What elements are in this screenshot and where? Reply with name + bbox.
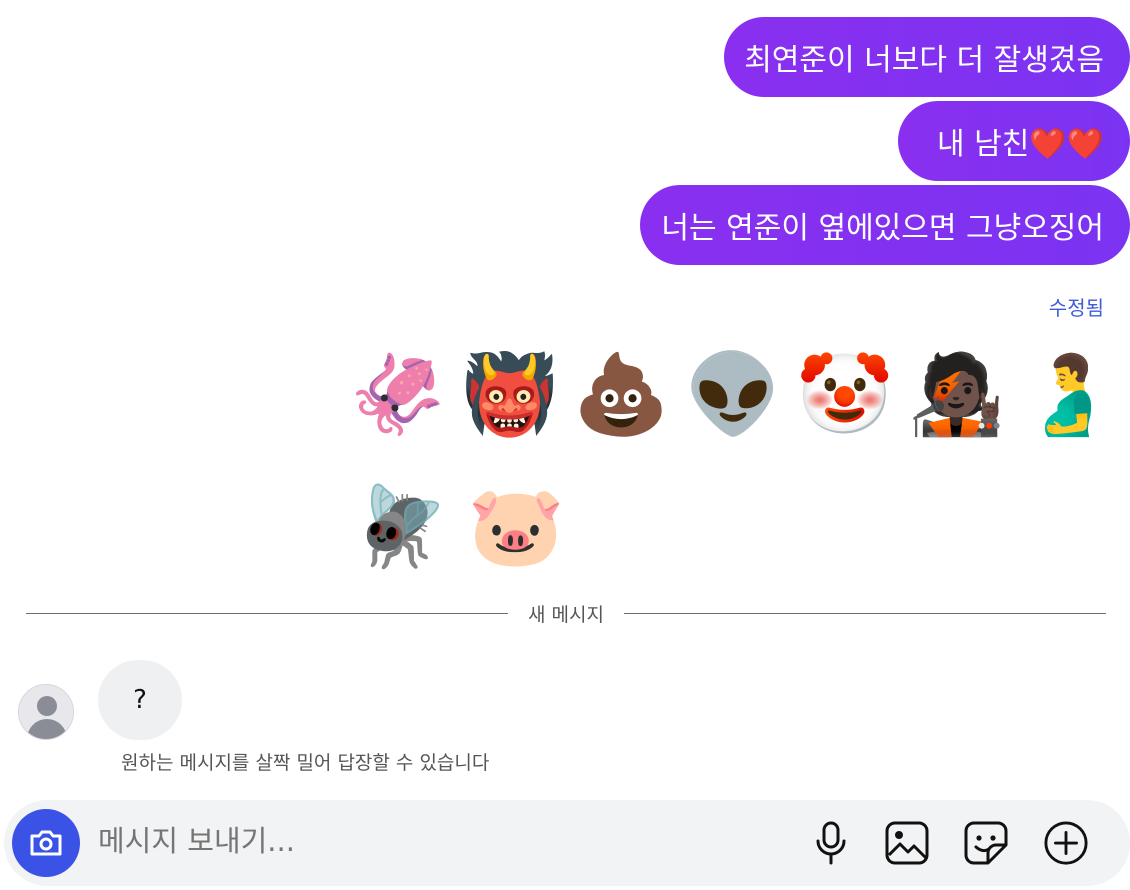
sticker-button[interactable] [963, 820, 1009, 866]
incoming-message[interactable]: ? [98, 660, 182, 740]
person-silhouette-icon[interactable] [18, 684, 74, 740]
emoji-row: 🪰 🐷 [348, 472, 1118, 582]
gallery-button[interactable] [884, 820, 930, 866]
singer-emoji[interactable]: 🧑🏿‍🎤 [907, 340, 1007, 450]
message-text: ? [133, 685, 147, 715]
edited-label[interactable]: 수정됨 [1049, 292, 1104, 321]
clown-emoji[interactable]: 🤡 [795, 340, 895, 450]
message-input[interactable] [98, 824, 738, 858]
emoji-messages: 🦑 👹 💩 👽 🤡 🧑🏿‍🎤 🫃 🪰 🐷 [348, 340, 1118, 604]
camera-icon [30, 830, 62, 856]
message-text: 최연준이 너보다 더 잘생겼음 [744, 43, 1104, 78]
outgoing-message[interactable]: 너는 연준이 옆에있으면 그냥오징어 [640, 185, 1130, 265]
camera-button[interactable] [12, 809, 80, 877]
divider-line [26, 612, 509, 614]
ogre-emoji[interactable]: 👹 [460, 340, 560, 450]
message-text: 너는 연준이 옆에있으면 그냥오징어 [661, 211, 1104, 246]
microphone-button[interactable] [808, 820, 854, 866]
divider-line [623, 612, 1106, 614]
sticker-icon [964, 821, 1008, 865]
alien-emoji[interactable]: 👽 [683, 340, 783, 450]
chat-screen: 최연준이 너보다 더 잘생겼음 내 남친❤️❤️ 너는 연준이 옆에있으면 그냥… [0, 0, 1130, 890]
new-messages-divider: 새 메시지 [26, 601, 1106, 626]
message-composer [4, 800, 1130, 886]
fly-emoji[interactable]: 🪰 [348, 472, 452, 582]
squid-emoji[interactable]: 🦑 [348, 340, 448, 450]
outgoing-message[interactable]: 최연준이 너보다 더 잘생겼음 [724, 17, 1130, 97]
plus-button[interactable] [1043, 820, 1089, 866]
plus-circle-icon [1044, 821, 1088, 865]
gallery-icon [885, 821, 929, 865]
divider-label: 새 메시지 [528, 603, 604, 626]
pregnant-man-emoji[interactable]: 🫃 [1018, 340, 1118, 450]
poop-emoji[interactable]: 💩 [571, 340, 671, 450]
outgoing-message[interactable]: 내 남친❤️❤️ [898, 101, 1130, 181]
reply-hint: 원하는 메시지를 살짝 밀어 답장할 수 있습니다 [121, 752, 490, 774]
pig-emoji[interactable]: 🐷 [464, 472, 568, 582]
emoji-row: 🦑 👹 💩 👽 🤡 🧑🏿‍🎤 🫃 [348, 340, 1118, 450]
microphone-icon [816, 821, 846, 865]
message-text: 내 남친❤️❤️ [936, 127, 1104, 162]
